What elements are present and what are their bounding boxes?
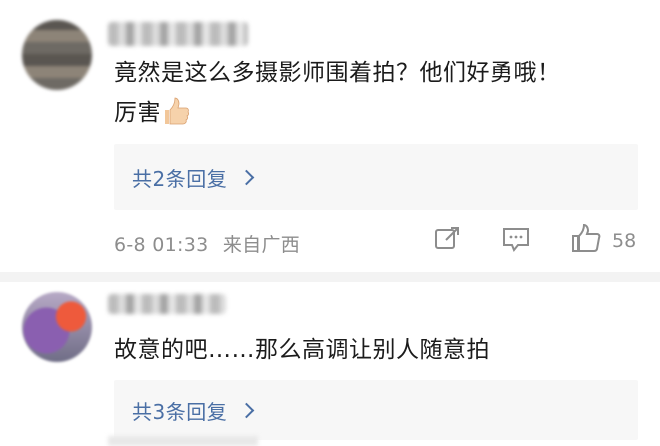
replies-count: 共2条回复 bbox=[132, 166, 228, 191]
share-icon[interactable] bbox=[434, 226, 462, 252]
avatar[interactable] bbox=[22, 20, 92, 90]
comment-time: 6-8 01:33 bbox=[114, 234, 209, 256]
comment-item: 故意的吧……那么高调让别人随意拍 共3条回复 bbox=[0, 282, 660, 441]
comment-text: 竟然是这么多摄影师围着拍？他们好勇哦！ 厉害 bbox=[114, 53, 640, 133]
comment-line-2-text: 厉害 bbox=[114, 100, 161, 126]
comment-item: 竟然是这么多摄影师围着拍？他们好勇哦！ 厉害 共2条回复 6-8 01:33 来… bbox=[0, 0, 660, 280]
replies-button[interactable]: 共2条回复 bbox=[114, 144, 638, 210]
comment-line-1: 竟然是这么多摄影师围着拍？他们好勇哦！ bbox=[114, 60, 561, 86]
like-icon[interactable] bbox=[570, 223, 602, 253]
comment-text: 故意的吧……那么高调让别人随意拍 bbox=[114, 330, 640, 370]
comment-location: 来自广西 bbox=[222, 234, 301, 256]
avatar[interactable] bbox=[22, 292, 92, 362]
divider bbox=[0, 272, 660, 282]
username-blurred[interactable] bbox=[108, 22, 248, 46]
comment-line-2: 厉害 bbox=[114, 93, 640, 133]
like-count: 58 bbox=[612, 230, 637, 252]
comment-meta: 6-8 01:33 来自广西 bbox=[114, 230, 300, 257]
comment-line-1: 故意的吧……那么高调让别人随意拍 bbox=[114, 337, 490, 363]
chevron-right-icon bbox=[238, 169, 255, 185]
replies-count: 共3条回复 bbox=[132, 399, 228, 424]
replies-button[interactable]: 共3条回复 bbox=[114, 380, 638, 440]
chevron-right-icon bbox=[238, 402, 255, 418]
next-comment-blur bbox=[108, 436, 258, 446]
username-blurred[interactable] bbox=[108, 294, 226, 314]
comment-icon[interactable] bbox=[502, 226, 530, 252]
thumbs-up-emoji bbox=[165, 97, 189, 125]
